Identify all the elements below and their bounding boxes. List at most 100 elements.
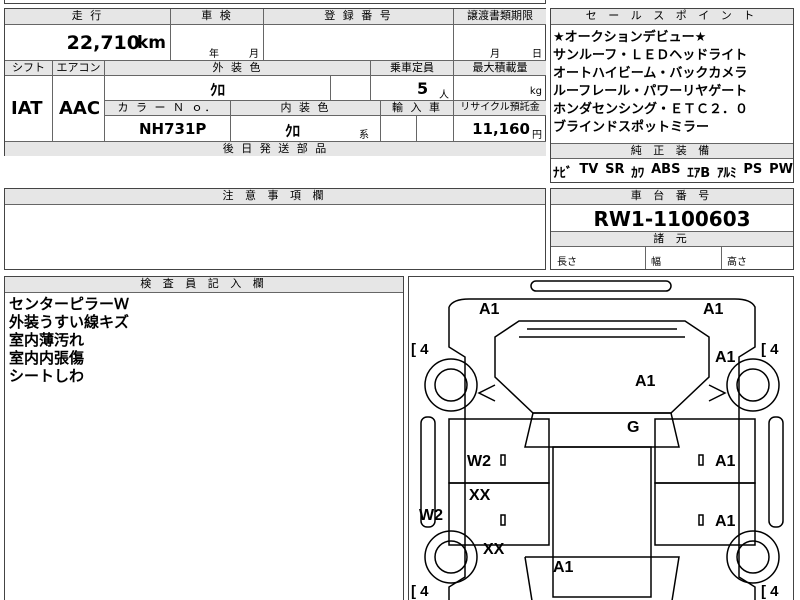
- color-no-value: NH731P: [139, 120, 207, 138]
- exterior-color-value: ｸﾛ: [210, 81, 226, 99]
- shift-label: シフト: [5, 61, 53, 76]
- equipment-item: ｱﾙﾐ: [717, 166, 737, 181]
- equipment-item: PS: [743, 162, 763, 177]
- transfer-cell: 月 日: [454, 25, 546, 61]
- exterior-extra-cell: [331, 76, 371, 101]
- inspector-note-line: 外装うすい線キズ: [9, 313, 130, 331]
- equipment-item: ABS: [651, 162, 681, 177]
- specs-header: 諸 元: [551, 231, 793, 247]
- tire-front-left: [ 4: [411, 341, 429, 358]
- equipment-item: SR: [605, 162, 625, 177]
- capacity-label: 乗車定員: [371, 61, 454, 76]
- notes-header: 注 意 事 項 欄: [5, 189, 545, 205]
- selling-point-line: ブラインドスポットミラー: [553, 120, 710, 135]
- equipment-item: PW: [769, 162, 793, 177]
- max-load-label: 最大積載量: [454, 61, 546, 76]
- equipment-item: ﾅﾋﾞ: [553, 166, 573, 181]
- inspection-year: 年: [209, 49, 219, 60]
- import-label: 輸 入 車: [381, 101, 454, 116]
- selling-point-line: ルーフレール・パワーリヤゲート: [553, 84, 748, 99]
- capacity-cell: 5 人: [371, 76, 454, 101]
- import-cell-a: [381, 116, 417, 142]
- exterior-color-label: 外 装 色: [105, 61, 371, 76]
- equipment-list: ﾅﾋﾞ TV SR ｶﾜ ABS ｴｱB ｱﾙﾐ PS PW: [553, 162, 793, 181]
- mileage-unit: km: [136, 33, 166, 53]
- inspector-note-line: シートしわ: [9, 367, 85, 385]
- equipment-item: TV: [579, 162, 599, 177]
- chassis-header: 車 台 番 号: [551, 189, 793, 205]
- mileage-cell: 22,710 km: [5, 25, 171, 61]
- mark-left-sill: W2: [419, 507, 443, 524]
- shift-cell: IAT: [5, 76, 53, 142]
- capacity-unit: 人: [439, 90, 449, 101]
- spec-divider-2: [721, 247, 722, 269]
- mark-left-rear-fender: XX: [483, 541, 505, 558]
- aircon-value: AAC: [59, 98, 101, 119]
- inspector-header: 検 査 員 記 入 欄: [5, 277, 403, 293]
- chassis-box: 車 台 番 号 RW1-1100603 諸 元 長さ 幅 高さ: [550, 188, 794, 270]
- recycle-value: 11,160: [472, 120, 530, 138]
- interior-color-value: ｸﾛ: [285, 122, 301, 140]
- mileage-label: 走 行: [5, 9, 171, 25]
- tire-rear-right: [ 4: [761, 583, 779, 600]
- selling-points-header: セ ー ル ス ポ イ ン ト: [551, 9, 793, 25]
- transfer-deadline-label: 譲渡書類期限: [454, 9, 546, 25]
- selling-points-list: ★オークションデビュー★ サンルーフ・ＬＥＤヘッドライト オートハイビーム・バックカ…: [553, 29, 793, 137]
- selling-points-box: セ ー ル ス ポ イ ン ト ★オークションデビュー★ サンルーフ・ＬＥＤヘッド…: [550, 8, 794, 183]
- selling-point-line: オートハイビーム・バックカメラ: [553, 66, 748, 81]
- max-load-unit: kg: [529, 86, 542, 97]
- equipment-header: 純 正 装 備: [551, 143, 793, 159]
- transfer-month: 月: [490, 49, 500, 60]
- mark-front-left: A1: [479, 301, 500, 318]
- aircon-cell: AAC: [53, 76, 105, 142]
- inspector-note-line: 室内内張傷: [9, 349, 85, 367]
- mark-left-front-door: W2: [467, 453, 491, 470]
- inspector-note-line: 室内薄汚れ: [9, 331, 85, 349]
- inspection-cell: 年 月: [171, 25, 264, 61]
- interior-color-suffix: 系: [359, 130, 369, 141]
- mark-front-right: A1: [703, 301, 724, 318]
- damage-diagram: A1 A1 A1 A1 G W2 A1 XX A1 W2 XX A1 [ 4 […: [408, 276, 794, 600]
- import-cell-b: [417, 116, 454, 142]
- width-label: 幅: [651, 257, 661, 268]
- mark-windshield: G: [627, 419, 640, 436]
- length-label: 長さ: [557, 257, 577, 268]
- inspector-box: 検 査 員 記 入 欄 センターピラーＷ 外装うすい線キズ 室内薄汚れ 室内内張傷 シー…: [4, 276, 404, 600]
- aircon-label: エアコン: [53, 61, 105, 76]
- mark-roof-rear: A1: [553, 559, 574, 576]
- color-no-cell: NH731P: [105, 116, 231, 142]
- selling-point-line: ホンダセンシング・ＥＴＣ２．０: [553, 102, 749, 117]
- recycle-unit: 円: [532, 130, 542, 141]
- selling-point-line: ★オークションデビュー★: [553, 30, 707, 45]
- shipping-parts-label: 後 日 発 送 部 品: [5, 142, 546, 156]
- recycle-cell: 11,160 円: [454, 116, 546, 142]
- vehicle-info-table: 走 行 車 検 登 録 番 号 譲渡書類期限 22,710 km 年 月 月 日…: [4, 8, 546, 156]
- mark-right-front-door: A1: [715, 453, 736, 470]
- equipment-item: ｶﾜ: [631, 166, 645, 181]
- mark-hood: A1: [635, 373, 656, 390]
- height-label: 高さ: [727, 257, 747, 268]
- interior-color-cell: ｸﾛ 系: [231, 116, 381, 142]
- color-no-label: カ ラ ー Ｎ ｏ．: [105, 101, 231, 116]
- top-cut-row: [4, 0, 546, 4]
- chassis-number: RW1-1100603: [593, 207, 751, 231]
- inspection-label: 車 検: [171, 9, 264, 25]
- selling-point-line: サンルーフ・ＬＥＤヘッドライト: [553, 48, 748, 63]
- inspector-notes-list: センターピラーＷ 外装うすい線キズ 室内薄汚れ 室内内張傷 シートしわ: [9, 295, 129, 385]
- max-load-cell: kg: [454, 76, 546, 101]
- transfer-day: 日: [532, 49, 542, 60]
- tire-front-right: [ 4: [761, 341, 779, 358]
- spec-divider-1: [645, 247, 646, 269]
- inspection-month: 月: [249, 49, 259, 60]
- mileage-value: 22,710: [66, 32, 140, 54]
- exterior-color-cell: ｸﾛ: [105, 76, 331, 101]
- interior-color-label: 内 装 色: [231, 101, 381, 116]
- car-outline: [420, 280, 784, 600]
- equipment-item: ｴｱB: [687, 166, 711, 181]
- registration-cell: [264, 25, 454, 61]
- mark-left-rear-door: XX: [469, 487, 491, 504]
- inspector-note-line: センターピラーＷ: [9, 295, 130, 313]
- mark-right-rear-door: A1: [715, 513, 736, 530]
- shift-value: IAT: [11, 98, 43, 119]
- capacity-value: 5: [417, 79, 429, 98]
